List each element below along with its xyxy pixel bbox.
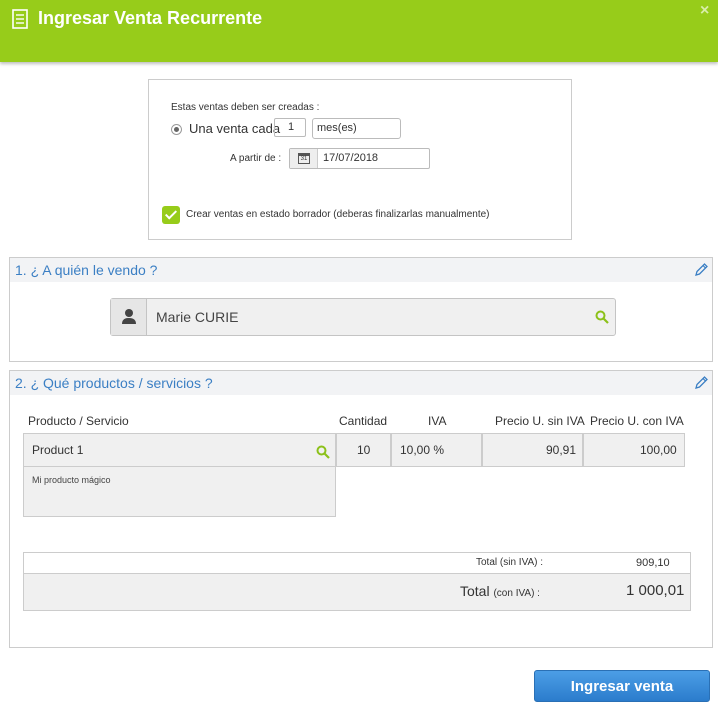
products-section-title: 2. ¿ Qué productos / servicios ? (15, 375, 213, 391)
search-icon[interactable] (316, 445, 330, 459)
client-user-box (111, 299, 147, 335)
client-section-header: 1. ¿ A quién le vendo ? (10, 258, 712, 282)
dialog-header: Ingresar Venta Recurrente × (0, 0, 718, 62)
price-excl-field[interactable]: 90,91 (482, 433, 583, 467)
dialog-title: Ingresar Venta Recurrente (38, 8, 263, 28)
recurrence-radio-label: Una venta cada (189, 121, 281, 136)
total-incl-value: 1 000,01 (626, 582, 685, 599)
product-description: Mi producto mágico (32, 475, 111, 485)
client-section: 1. ¿ A quién le vendo ? Marie CURIE (9, 257, 713, 362)
products-section: 2. ¿ Qué productos / servicios ? Product… (9, 370, 713, 648)
product-field[interactable]: Product 1 (23, 433, 336, 467)
column-header-price-excl: Precio U. sin IVA (495, 414, 585, 428)
total-incl-label: Total (con IVA) : (460, 583, 540, 599)
total-incl-row: Total (con IVA) : 1 000,01 (23, 574, 691, 611)
price-incl-field[interactable]: 100,00 (583, 433, 685, 467)
vat-value: 10,00 % (400, 443, 445, 457)
pencil-icon[interactable] (693, 262, 709, 278)
total-excl-row: Total (sin IVA) : 909,10 (23, 552, 691, 574)
search-icon[interactable] (595, 310, 609, 324)
submit-sale-button[interactable]: Ingresar venta (534, 670, 710, 702)
column-header-vat: IVA (428, 414, 447, 428)
products-section-header: 2. ¿ Qué productos / servicios ? (10, 371, 712, 395)
recurrence-unit-select[interactable]: mes(es) (312, 118, 401, 139)
recurrence-prompt: Estas ventas deben ser creadas : (171, 102, 320, 113)
client-section-title: 1. ¿ A quién le vendo ? (15, 262, 158, 278)
product-description-field[interactable]: Mi producto mágico (23, 467, 336, 517)
pencil-icon[interactable] (693, 375, 709, 391)
column-header-quantity: Cantidad (339, 414, 388, 428)
invoice-icon (12, 9, 28, 29)
column-header-product: Producto / Servicio (28, 414, 129, 428)
recurrence-radio[interactable] (171, 124, 182, 135)
calendar-icon[interactable]: 31 (290, 149, 318, 168)
close-icon[interactable]: × (700, 2, 709, 20)
recurrence-panel: Estas ventas deben ser creadas : Una ven… (148, 79, 572, 240)
product-name: Product 1 (32, 443, 84, 457)
client-name: Marie CURIE (156, 309, 239, 325)
draft-checkbox-label: Crear ventas en estado borrador (deberas… (186, 209, 490, 220)
draft-checkbox[interactable] (162, 206, 180, 224)
total-excl-label: Total (sin IVA) : (476, 557, 544, 568)
price-excl-value: 90,91 (546, 443, 577, 457)
recurrence-count-input[interactable]: 1 (274, 118, 306, 137)
start-date-field[interactable]: 31 17/07/2018 (289, 148, 430, 169)
quantity-value: 10 (357, 443, 371, 457)
start-date-label: A partir de : (230, 153, 282, 164)
total-excl-value: 909,10 (636, 557, 670, 569)
vat-field[interactable]: 10,00 % (391, 433, 482, 467)
client-search-field[interactable]: Marie CURIE (110, 298, 616, 336)
user-icon (122, 309, 136, 324)
quantity-field[interactable]: 10 (336, 433, 391, 467)
price-incl-value: 100,00 (640, 443, 677, 457)
start-date-value: 17/07/2018 (323, 152, 379, 164)
column-header-price-incl: Precio U. con IVA (590, 414, 684, 428)
